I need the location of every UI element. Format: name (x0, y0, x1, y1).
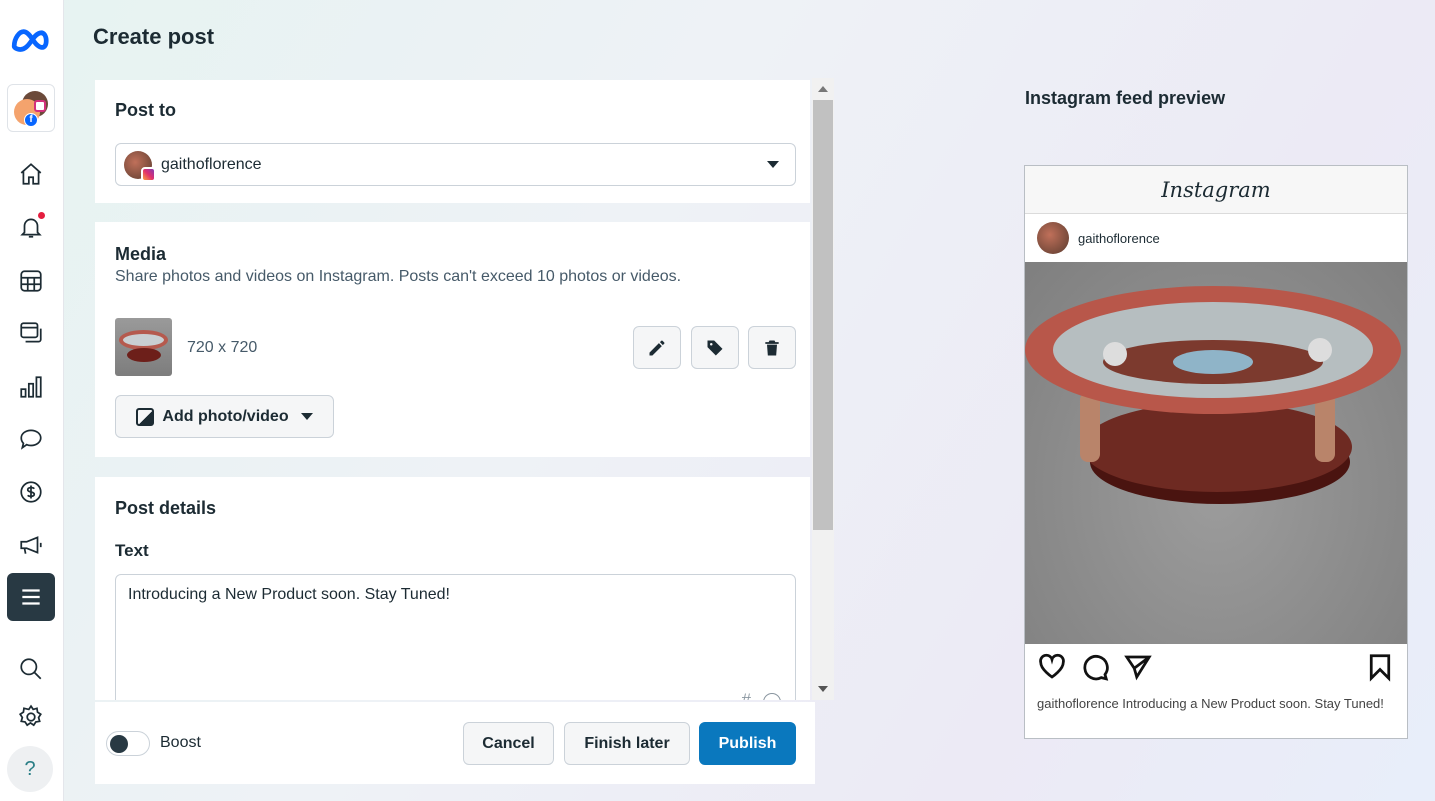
content-pages-icon[interactable] (7, 309, 55, 357)
post-details-section: Post details Text Introducing a New Prod… (95, 477, 810, 700)
account-avatar-icon: f (14, 91, 48, 127)
media-description: Share photos and videos on Instagram. Po… (115, 268, 682, 285)
bookmark-icon (1369, 654, 1391, 682)
coffee-table-photo (1025, 286, 1401, 504)
chevron-down-icon (300, 413, 313, 426)
preview-user-row: gaithoflorence (1025, 214, 1407, 262)
post-form: Post to gaithoflorence Media Share photo… (95, 78, 835, 700)
add-photo-video-button[interactable]: Add photo/video (115, 395, 334, 438)
chevron-down-icon (767, 161, 779, 174)
sidebar: f ? (0, 0, 64, 801)
ads-megaphone-icon[interactable] (7, 521, 55, 569)
media-section: Media Share photos and videos on Instagr… (95, 222, 810, 457)
add-photo-video-label: Add photo/video (162, 407, 289, 425)
all-tools-menu-icon[interactable] (7, 573, 55, 621)
finish-later-button[interactable]: Finish later (564, 722, 690, 765)
cancel-button[interactable]: Cancel (463, 722, 554, 765)
post-to-section: Post to gaithoflorence (95, 80, 810, 203)
edit-media-button[interactable] (633, 326, 681, 369)
post-text-input[interactable]: Introducing a New Product soon. Stay Tun… (115, 574, 796, 700)
instagram-logo: Instagram (1025, 166, 1407, 214)
tag-media-button[interactable] (691, 326, 739, 369)
account-select[interactable]: gaithoflorence (115, 143, 796, 186)
heart-icon (1039, 653, 1065, 679)
action-footer: Boost Cancel Finish later Publish (95, 702, 815, 784)
pencil-icon (649, 340, 665, 355)
delete-media-button[interactable] (748, 326, 796, 369)
scroll-down-arrow-icon[interactable] (818, 686, 828, 692)
preview-avatar (1037, 222, 1069, 254)
meta-logo-icon[interactable] (7, 16, 55, 64)
page-title: Create post (93, 24, 215, 49)
media-dimensions: 720 x 720 (187, 339, 258, 356)
instagram-preview: Instagram gaithoflorence gaithoflorence … (1024, 165, 1408, 739)
trash-icon (765, 340, 779, 355)
share-send-icon (1124, 655, 1152, 681)
search-icon[interactable] (7, 645, 55, 693)
form-scrollbar[interactable] (812, 78, 834, 700)
media-thumbnail[interactable] (115, 318, 172, 376)
tag-icon (707, 340, 723, 355)
preview-image (1025, 262, 1407, 644)
hashtag-icon[interactable]: # (742, 690, 751, 700)
post-text-value: Introducing a New Product soon. Stay Tun… (128, 586, 450, 603)
scrollbar-thumb[interactable] (813, 100, 833, 530)
account-avatar (124, 150, 156, 182)
monetization-dollar-icon[interactable] (7, 468, 55, 516)
photo-icon (136, 407, 155, 426)
preview-caption: gaithoflorence Introducing a New Product… (1025, 690, 1407, 718)
media-heading: Media (115, 244, 167, 264)
boost-toggle[interactable] (106, 731, 150, 756)
instagram-badge-icon (141, 166, 156, 182)
account-switcher[interactable]: f (7, 84, 55, 132)
help-icon[interactable]: ? (7, 746, 53, 792)
home-icon[interactable] (7, 150, 55, 198)
preview-username: gaithoflorence (1078, 230, 1160, 246)
caption-username: gaithoflorence (1037, 696, 1119, 711)
scroll-up-arrow-icon[interactable] (818, 86, 828, 92)
account-name: gaithoflorence (161, 155, 262, 173)
post-details-heading: Post details (115, 498, 217, 518)
emoji-icon[interactable] (763, 693, 781, 700)
notification-dot (38, 212, 45, 219)
preview-label: Instagram feed preview (1025, 88, 1226, 108)
post-to-heading: Post to (115, 100, 176, 120)
comment-icon (1083, 655, 1109, 681)
notifications-bell-icon[interactable] (7, 203, 55, 251)
caption-text: Introducing a New Product soon. Stay Tun… (1122, 696, 1384, 711)
boost-label: Boost (160, 734, 201, 751)
text-label: Text (115, 541, 149, 560)
inbox-chat-icon[interactable] (7, 415, 55, 463)
insights-bar-chart-icon[interactable] (7, 363, 55, 411)
preview-actions (1025, 644, 1407, 690)
publish-button[interactable]: Publish (699, 722, 796, 765)
planner-grid-icon[interactable] (7, 257, 55, 305)
settings-gear-icon[interactable] (7, 693, 55, 741)
